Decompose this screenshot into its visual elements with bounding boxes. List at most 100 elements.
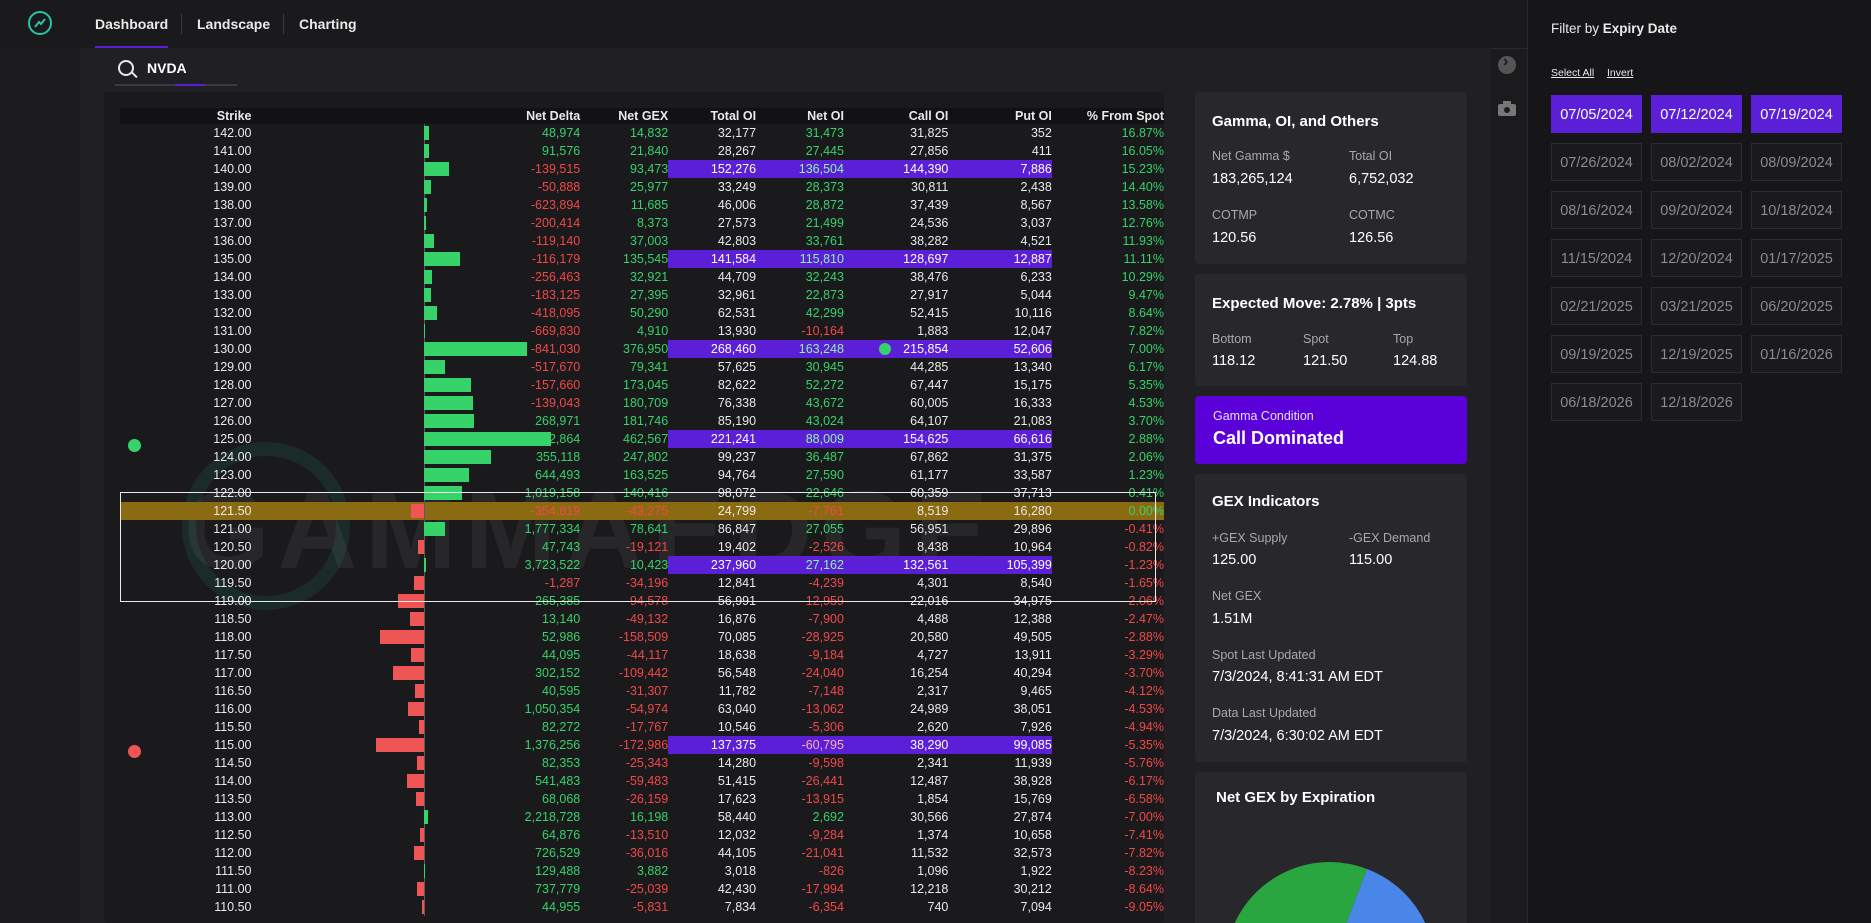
- expiry-date-button[interactable]: 12/20/2024: [1651, 239, 1742, 277]
- logo-icon[interactable]: [28, 11, 52, 35]
- negative-gex-bar[interactable]: [393, 666, 424, 680]
- positive-gex-bar[interactable]: [423, 252, 461, 266]
- table-row[interactable]: 139.00 -50,888 25,977 33,249 28,373 30,811 2,4…: [120, 178, 1164, 196]
- negative-gex-bar[interactable]: [413, 846, 424, 860]
- negative-gex-bar[interactable]: [379, 630, 424, 644]
- table-row[interactable]: 141.00 91,576 21,840 28,267 27,445 27,856 411 1…: [120, 142, 1164, 160]
- expiry-date-button[interactable]: 03/21/2025: [1651, 287, 1742, 325]
- positive-gex-bar[interactable]: [423, 486, 463, 500]
- negative-gex-bar[interactable]: [411, 648, 424, 662]
- table-row[interactable]: 130.00 -841,030 376,950 268,460 163,248 215,8…: [120, 340, 1164, 358]
- expiry-date-button[interactable]: 09/19/2025: [1551, 335, 1642, 373]
- negative-gex-bar[interactable]: [416, 882, 424, 896]
- table-row[interactable]: 118.00 52,986 -158,509 70,085 -28,925 20,580 4…: [120, 628, 1164, 646]
- expiry-date-button[interactable]: 07/05/2024: [1551, 95, 1642, 133]
- expiry-date-button[interactable]: 07/12/2024: [1651, 95, 1742, 133]
- table-row[interactable]: 136.00 -119,140 37,003 42,803 33,761 38,282 4,…: [120, 232, 1164, 250]
- table-row[interactable]: 112.50 64,876 -13,510 12,032 -9,284 1,374 10,6…: [120, 826, 1164, 844]
- negative-gex-bar[interactable]: [414, 684, 424, 698]
- table-row[interactable]: 124.00 355,118 247,802 99,237 36,487 67,862 31…: [120, 448, 1164, 466]
- table-row[interactable]: 131.00 -669,830 4,910 13,930 -10,164 1,883 12,…: [120, 322, 1164, 340]
- positive-gex-bar[interactable]: [423, 468, 469, 482]
- negative-gex-bar[interactable]: [407, 774, 424, 788]
- select-all-link[interactable]: Select All: [1551, 67, 1594, 79]
- invert-link[interactable]: Invert: [1607, 67, 1633, 79]
- table-row[interactable]: 122.00 1,019,158 140,416 98,072 22,646 60,359…: [120, 484, 1164, 502]
- table-row[interactable]: 129.00 -517,670 79,341 57,625 30,945 44,285 13…: [120, 358, 1164, 376]
- table-row[interactable]: 120.50 47,743 -19,121 19,402 -2,526 8,438 10,9…: [120, 538, 1164, 556]
- table-row[interactable]: 110.50 44,955 -5,831 7,834 -6,354 740 7,094 -9.…: [120, 898, 1164, 916]
- positive-gex-bar[interactable]: [423, 144, 430, 158]
- search-box[interactable]: [115, 56, 237, 86]
- tab-charting[interactable]: Charting: [299, 0, 357, 48]
- table-row[interactable]: 116.50 40,595 -31,307 11,782 -7,148 2,317 9,46…: [120, 682, 1164, 700]
- positive-gex-bar[interactable]: [423, 450, 492, 464]
- header-strike[interactable]: Strike: [120, 108, 252, 124]
- tab-landscape[interactable]: Landscape: [197, 0, 270, 48]
- table-row[interactable]: 113.00 2,218,728 16,198 58,440 2,692 30,566 27…: [120, 808, 1164, 826]
- table-row[interactable]: 123.00 644,493 163,525 94,764 27,590 61,177 33…: [120, 466, 1164, 484]
- positive-gex-bar[interactable]: [423, 324, 426, 338]
- collapse-chevron-icon[interactable]: [1498, 53, 1516, 74]
- positive-gex-bar[interactable]: [423, 378, 472, 392]
- negative-gex-bar[interactable]: [419, 828, 424, 842]
- expiry-date-button[interactable]: 07/19/2024: [1751, 95, 1842, 133]
- table-row[interactable]: 134.00 -256,463 32,921 44,709 32,243 38,476 6,…: [120, 268, 1164, 286]
- negative-gex-bar[interactable]: [376, 738, 424, 752]
- expiry-date-button[interactable]: 02/21/2025: [1551, 287, 1642, 325]
- negative-gex-bar[interactable]: [416, 756, 424, 770]
- table-row[interactable]: 121.50 -354,819 -43,275 24,799 -7,761 8,519 16…: [120, 502, 1164, 520]
- table-row[interactable]: 119.50 -1,287 -34,196 12,841 -4,239 4,301 8,54…: [120, 574, 1164, 592]
- pie-slice[interactable]: [1225, 862, 1330, 923]
- expiry-date-button[interactable]: 11/15/2024: [1551, 239, 1642, 277]
- table-row[interactable]: 140.00 -139,515 93,473 152,276 136,504 144,39…: [120, 160, 1164, 178]
- negative-gex-bar[interactable]: [421, 900, 424, 914]
- positive-gex-bar[interactable]: [423, 180, 431, 194]
- expiry-date-button[interactable]: 06/18/2026: [1551, 383, 1642, 421]
- header-net-gex[interactable]: Net GEX: [580, 108, 669, 124]
- net-gex-pie-chart[interactable]: [1225, 847, 1435, 923]
- expiry-date-button[interactable]: 08/16/2024: [1551, 191, 1642, 229]
- positive-gex-bar[interactable]: [423, 234, 434, 248]
- positive-gex-bar[interactable]: [423, 216, 426, 230]
- expiry-date-button[interactable]: 10/18/2024: [1751, 191, 1842, 229]
- expiry-date-button[interactable]: 07/26/2024: [1551, 143, 1642, 181]
- expiry-date-button[interactable]: 08/09/2024: [1751, 143, 1842, 181]
- table-row[interactable]: 127.00 -139,043 180,709 76,338 43,672 60,005 1…: [120, 394, 1164, 412]
- table-row[interactable]: 135.00 -116,179 135,545 141,584 115,810 128,6…: [120, 250, 1164, 268]
- table-row[interactable]: 121.00 1,777,334 78,641 86,847 27,055 56,951 2…: [120, 520, 1164, 538]
- positive-gex-bar[interactable]: [423, 522, 446, 536]
- positive-gex-bar[interactable]: [423, 810, 428, 824]
- positive-gex-bar[interactable]: [423, 306, 438, 320]
- table-row[interactable]: 114.50 82,353 -25,343 14,280 -9,598 2,341 11,9…: [120, 754, 1164, 772]
- table-row[interactable]: 119.00 265,385 -94,578 56,991 -12,959 22,016 3…: [120, 592, 1164, 610]
- table-row[interactable]: 111.50 129,488 3,882 3,018 -826 1,096 1,922 -8.…: [120, 862, 1164, 880]
- header-total-oi[interactable]: Total OI: [668, 108, 757, 124]
- positive-gex-bar[interactable]: [423, 360, 446, 374]
- table-row[interactable]: 112.00 726,529 -36,016 44,105 -21,041 11,532 3…: [120, 844, 1164, 862]
- negative-gex-bar[interactable]: [416, 792, 424, 806]
- camera-icon[interactable]: [1498, 100, 1516, 118]
- positive-gex-bar[interactable]: [423, 270, 433, 284]
- positive-gex-bar[interactable]: [423, 162, 449, 176]
- table-row[interactable]: 138.00 -623,894 11,685 46,006 28,872 37,439 8,…: [120, 196, 1164, 214]
- expiry-date-button[interactable]: 06/20/2025: [1751, 287, 1842, 325]
- tab-dashboard[interactable]: Dashboard: [95, 0, 169, 48]
- table-row[interactable]: 115.50 82,272 -17,767 10,546 -5,306 2,620 7,92…: [120, 718, 1164, 736]
- positive-gex-bar[interactable]: [423, 414, 474, 428]
- table-row[interactable]: 111.00 737,779 -25,039 42,430 -17,994 12,218 3…: [120, 880, 1164, 898]
- table-row[interactable]: 113.50 68,068 -26,159 17,623 -13,915 1,854 15,…: [120, 790, 1164, 808]
- header-pct-from-spot[interactable]: % From Spot: [1051, 108, 1164, 124]
- expiry-date-button[interactable]: 12/19/2025: [1651, 335, 1742, 373]
- negative-gex-bar[interactable]: [418, 540, 424, 554]
- header-put-oi[interactable]: Put OI: [948, 108, 1052, 124]
- expiry-date-button[interactable]: 09/20/2024: [1651, 191, 1742, 229]
- table-row[interactable]: 126.00 268,971 181,746 85,190 43,024 64,107 21…: [120, 412, 1164, 430]
- expiry-date-button[interactable]: 01/16/2026: [1751, 335, 1842, 373]
- table-row[interactable]: 128.00 -157,660 173,045 82,622 52,272 67,447 1…: [120, 376, 1164, 394]
- positive-gex-bar[interactable]: [423, 288, 432, 302]
- positive-gex-bar[interactable]: [423, 126, 429, 140]
- table-row[interactable]: 117.00 302,152 -109,442 56,548 -24,040 16,254…: [120, 664, 1164, 682]
- expiry-date-button[interactable]: 01/17/2025: [1751, 239, 1842, 277]
- table-row[interactable]: 125.00 452,864 462,567 221,241 88,009 154,625…: [120, 430, 1164, 448]
